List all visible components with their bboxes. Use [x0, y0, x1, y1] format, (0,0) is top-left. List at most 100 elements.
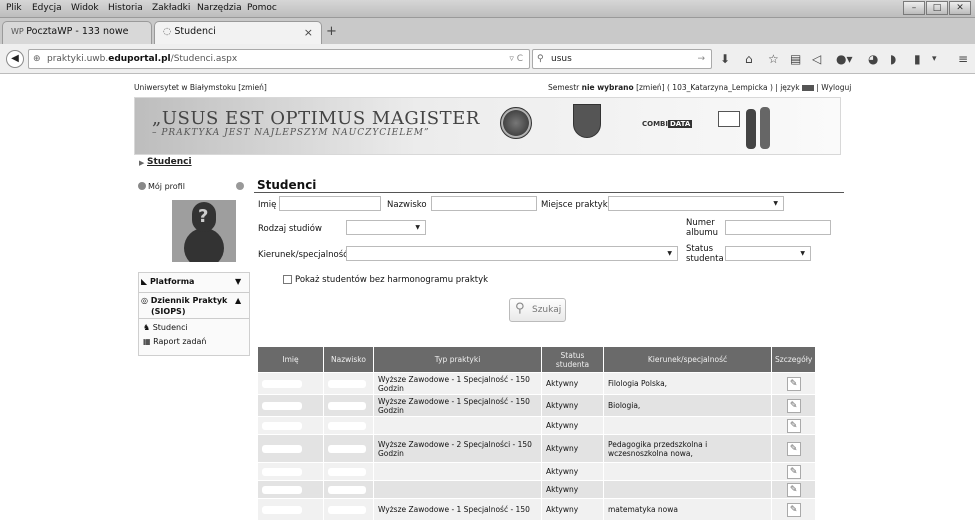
redacted-value — [328, 380, 366, 388]
wp-icon: WP — [11, 27, 27, 36]
presentation-illustration — [718, 103, 774, 151]
details-edit-icon[interactable]: ✎ — [786, 398, 801, 413]
search-input[interactable]: ⚲ usus → — [532, 49, 712, 69]
column-header[interactable]: Status studenta — [541, 346, 604, 373]
minimize-button[interactable]: – — [903, 1, 925, 15]
divider — [139, 318, 249, 319]
send-icon[interactable]: ◁ — [812, 53, 821, 65]
clipboard-icon[interactable]: ▤ — [790, 53, 801, 65]
title-divider — [254, 192, 844, 193]
maximize-button[interactable]: □ — [926, 1, 948, 15]
practice-type-cell — [373, 416, 542, 435]
last-name-input[interactable] — [431, 196, 537, 211]
first-name-input[interactable] — [279, 196, 381, 211]
navigation-bar: ◀ ⊕ praktyki.uwb.eduportal.pl/Studenci.as… — [0, 44, 975, 74]
details-edit-icon[interactable]: ✎ — [786, 441, 801, 456]
album-label-line1: Numer — [686, 218, 715, 228]
hamburger-menu-icon[interactable]: ≡ — [958, 53, 968, 65]
major-select[interactable] — [346, 246, 678, 261]
menu-plik[interactable]: Plik — [6, 3, 22, 13]
details-edit-icon[interactable]: ✎ — [786, 482, 801, 497]
document-icon[interactable]: ▮ — [914, 53, 921, 65]
addon-icon[interactable]: ●▾ — [836, 53, 853, 65]
location-select[interactable] — [608, 196, 784, 211]
dropdown-icon[interactable]: ▾ — [932, 53, 937, 65]
column-header[interactable]: Typ praktyki — [373, 346, 542, 373]
menu-zakladki[interactable]: Zakładki — [152, 3, 190, 13]
major-cell: Pedagogika przedszkolna i wczesnoszkolna… — [603, 434, 772, 463]
close-window-button[interactable]: ✕ — [949, 1, 971, 15]
column-header[interactable]: Kierunek/specjalność — [603, 346, 772, 373]
menu-narzedzia[interactable]: Narzędzia — [197, 3, 242, 13]
details-cell: ✎ — [770, 434, 817, 463]
back-arrow-icon[interactable]: ◀ — [6, 50, 24, 68]
details-cell: ✎ — [770, 462, 817, 481]
details-cell: ✎ — [770, 394, 817, 417]
home-icon[interactable]: ⌂ — [745, 53, 753, 65]
redacted-value — [262, 380, 302, 388]
chat-icon[interactable]: ◕ — [868, 53, 878, 65]
semester-details[interactable]: [zmień] ( 103_Katarzyna_Lempicka ) | jęz… — [636, 83, 800, 92]
search-go-icon[interactable]: → — [697, 50, 705, 68]
report-icon: ▦ — [143, 337, 154, 346]
status-cell: Aktywny — [541, 416, 604, 435]
table-row[interactable]: Wyższe Zawodowe - 1 Specjalność - 150 Go… — [257, 372, 817, 395]
redacted-value — [328, 422, 366, 430]
sidebar-item-platforma[interactable]: ◣ Platforma — [141, 277, 194, 286]
logout-link[interactable]: | Wyloguj — [816, 83, 851, 92]
album-number-input[interactable] — [725, 220, 831, 235]
student-status-select[interactable] — [725, 246, 811, 261]
last-name-cell — [323, 372, 374, 395]
my-profile-link[interactable]: Mój profil — [148, 182, 185, 191]
url-bar[interactable]: ⊕ praktyki.uwb.eduportal.pl/Studenci.aspx… — [28, 49, 530, 69]
menu-edycja[interactable]: Edycja — [32, 3, 62, 13]
table-row[interactable]: Wyższe Zawodowe - 2 Specjalności - 150 G… — [257, 434, 817, 463]
close-tab-icon[interactable]: × — [304, 26, 313, 39]
bookmark-star-icon[interactable]: ☆ — [768, 53, 779, 65]
reload-icon[interactable]: ▿ C — [509, 50, 523, 68]
redacted-value — [262, 402, 302, 410]
table-row[interactable]: Aktywny ✎ — [257, 462, 817, 481]
download-icon[interactable]: ⬇ — [720, 53, 730, 65]
new-tab-icon[interactable]: + — [326, 24, 337, 39]
sidebar-item-label: Raport zadań — [153, 337, 207, 346]
tab-studenci[interactable]: ◌ Studenci × — [154, 21, 322, 44]
puzzle-icon[interactable]: ◗ — [890, 53, 896, 65]
search-button[interactable]: ⚲ Szukaj — [509, 298, 566, 322]
first-name-cell — [257, 416, 324, 435]
menu-historia[interactable]: Historia — [108, 3, 143, 13]
table-row[interactable]: Wyższe Zawodowe - 1 Specjalność - 150 Go… — [257, 394, 817, 417]
sidebar-item-studenci[interactable]: ♞ Studenci — [143, 323, 188, 332]
sidebar-item-dziennik[interactable]: ◎ Dziennik Praktyk — [141, 296, 227, 305]
details-cell: ✎ — [770, 372, 817, 395]
details-edit-icon[interactable]: ✎ — [786, 418, 801, 433]
column-header[interactable]: Nazwisko — [323, 346, 374, 373]
tab-bar: WP PocztaWP - 133 nowe ◌ Studenci × + — [0, 18, 975, 44]
details-cell: ✎ — [770, 480, 817, 499]
details-edit-icon[interactable]: ✎ — [786, 464, 801, 479]
window-titlebar: Plik Edycja Widok Historia Zakładki Narz… — [0, 0, 975, 18]
details-edit-icon[interactable]: ✎ — [786, 376, 801, 391]
breadcrumb[interactable]: Studenci — [147, 157, 192, 167]
menu-widok[interactable]: Widok — [71, 3, 99, 13]
last-name-cell — [323, 480, 374, 499]
sidebar-item-raport[interactable]: ▦ Raport zadań — [143, 337, 207, 346]
flag-icon[interactable] — [802, 85, 814, 91]
table-row[interactable]: Wyższe Zawodowe - 1 Specjalność - 150 Akt… — [257, 498, 817, 521]
platform-icon: ◣ — [141, 277, 150, 286]
menu-pomoc[interactable]: Pomoc — [247, 3, 277, 13]
details-edit-icon[interactable]: ✎ — [786, 502, 801, 517]
university-link[interactable]: Uniwersytet w Białymstoku [zmień] — [134, 83, 267, 92]
redacted-value — [262, 468, 302, 476]
column-header[interactable]: Imię — [257, 346, 324, 373]
redacted-value — [262, 506, 302, 514]
study-type-select[interactable] — [346, 220, 426, 235]
table-row[interactable]: Aktywny ✎ — [257, 480, 817, 499]
university-seal-icon — [500, 107, 532, 139]
expand-icon[interactable]: ▼ — [235, 277, 241, 286]
collapse-icon[interactable]: ▲ — [235, 296, 241, 305]
tab-poczta[interactable]: WP PocztaWP - 133 nowe — [2, 21, 152, 44]
url-path: /Studenci.aspx — [170, 54, 238, 64]
table-row[interactable]: Aktywny ✎ — [257, 416, 817, 435]
no-schedule-checkbox[interactable] — [283, 275, 292, 284]
